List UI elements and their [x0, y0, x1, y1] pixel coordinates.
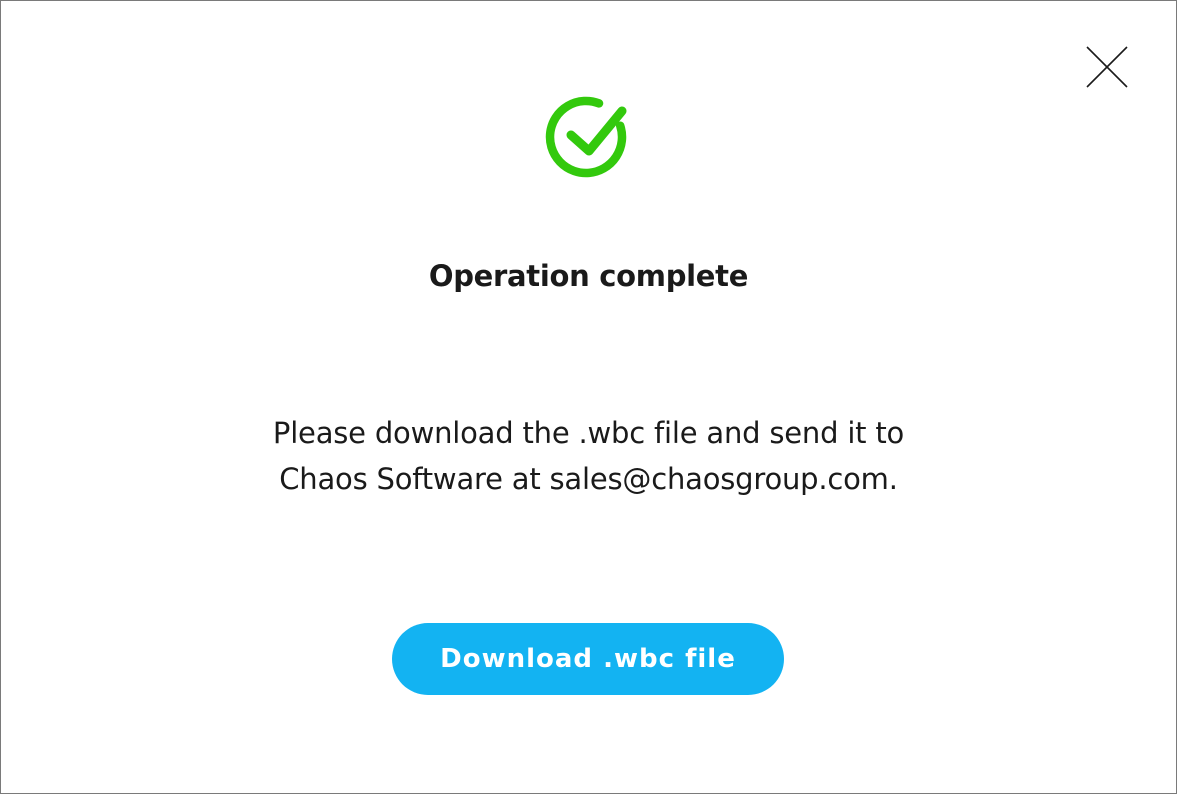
message-line-1: Please download the .wbc file and send i… — [272, 416, 905, 450]
download-wbc-button[interactable]: Download .wbc file — [392, 623, 784, 695]
dialog-message: Please download the .wbc file and send i… — [1, 410, 1176, 502]
check-circle-icon — [545, 96, 627, 178]
operation-complete-dialog: Operation complete Please download the .… — [0, 0, 1177, 794]
message-line-2: Chaos Software at sales@chaosgroup.com. — [279, 462, 898, 496]
close-button[interactable] — [1081, 41, 1133, 93]
dialog-title: Operation complete — [428, 259, 749, 293]
close-icon — [1086, 46, 1128, 88]
